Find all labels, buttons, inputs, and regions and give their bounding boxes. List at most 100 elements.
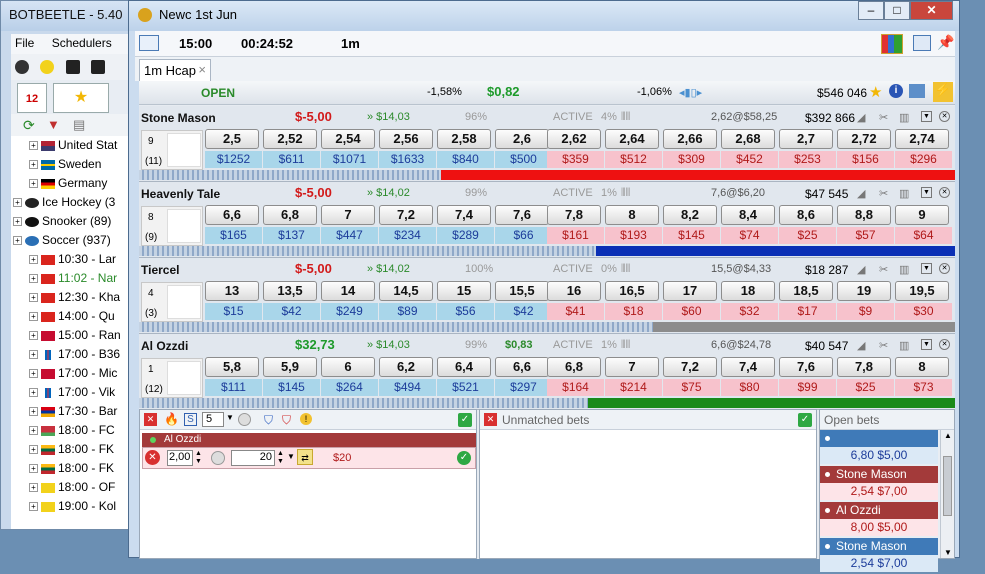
expand-icon[interactable]: + (29, 312, 38, 322)
pin-icon[interactable]: 📌 (937, 34, 954, 51)
open-bet-item[interactable]: Al Ozzdi 8,00 $5,00 (820, 502, 938, 536)
expand-icon[interactable]: + (29, 160, 38, 170)
stake-input[interactable]: 20 (231, 450, 275, 466)
filter-icon[interactable]: ▼ (47, 117, 60, 132)
scroll-thumb[interactable] (943, 456, 952, 516)
tree-item[interactable]: +18:00 - FK (11, 459, 139, 478)
back-odds-button[interactable]: 6,8 (263, 205, 317, 225)
dropdown-icon[interactable]: ▼ (921, 111, 932, 122)
back-odds-button[interactable]: 2,58 (437, 129, 491, 149)
lay-odds-button[interactable]: 19,5 (895, 281, 949, 301)
ladder-icon[interactable]: ▥ (899, 111, 909, 124)
expand-icon[interactable]: + (29, 502, 38, 512)
flame-icon[interactable]: 🔥 (164, 412, 179, 426)
ladder-icon[interactable]: ▥ (899, 263, 909, 276)
refresh-icon[interactable]: ⟳ (23, 117, 35, 134)
back-odds-button[interactable]: 2,56 (379, 129, 433, 149)
graph-icon[interactable]: ◢ (857, 187, 865, 200)
remove-bet-icon[interactable]: ✕ (145, 450, 160, 465)
favourite-star-icon[interactable]: ★ (869, 83, 882, 101)
lay-odds-button[interactable]: 7,8 (547, 205, 601, 225)
back-odds-button[interactable]: 7,6 (495, 205, 549, 225)
open-bet-item[interactable]: 6,80 $5,00 (820, 430, 938, 464)
ladder-icon[interactable]: ▥ (899, 339, 909, 352)
tree-item[interactable]: +12:30 - Kha (11, 288, 139, 307)
close-button[interactable]: ✕ (910, 1, 953, 20)
new-window-icon[interactable] (913, 35, 931, 51)
minimize-button[interactable]: – (858, 1, 884, 20)
open-bet-item[interactable]: Stone Mason 2,54 $7,00 (820, 466, 938, 500)
tennis-ball-icon[interactable] (40, 60, 55, 74)
tree-item[interactable]: + Ice Hockey (3 (11, 193, 139, 212)
lay-odds-button[interactable]: 2,62 (547, 129, 601, 149)
back-odds-button[interactable]: 2,52 (263, 129, 317, 149)
cancel-icon[interactable]: ✕ (939, 111, 950, 122)
tools-icon[interactable]: ✂ (879, 339, 888, 352)
lay-odds-button[interactable]: 16,5 (605, 281, 659, 301)
tree-item[interactable]: +17:30 - Bar (11, 402, 139, 421)
lay-odds-button[interactable]: 18 (721, 281, 775, 301)
tree-item[interactable]: +17:00 - Mic (11, 364, 139, 383)
reset-icon[interactable] (238, 413, 251, 426)
expand-icon[interactable]: + (29, 426, 38, 436)
back-odds-button[interactable]: 7,4 (437, 205, 491, 225)
open-bet-item[interactable]: Stone Mason 2,54 $7,00 (820, 538, 938, 572)
place-bet-check-icon[interactable]: ✓ (457, 451, 471, 465)
back-odds-button[interactable]: 2,54 (321, 129, 375, 149)
cancel-icon[interactable]: ✕ (939, 187, 950, 198)
clear-bets-icon[interactable]: ✕ (144, 413, 157, 426)
back-odds-button[interactable]: 7 (321, 205, 375, 225)
tree-item[interactable]: +18:00 - FK (11, 440, 139, 459)
menu-schedulers[interactable]: Schedulers (52, 36, 112, 50)
expand-icon[interactable]: + (29, 293, 38, 303)
back-odds-button[interactable]: 6,6 (205, 205, 259, 225)
stake-count-dropdown-icon[interactable]: ▼ (226, 413, 234, 422)
cancel-icon[interactable]: ✕ (939, 263, 950, 274)
tree-item[interactable]: +18:00 - FC (11, 421, 139, 440)
stake-dropdown-icon[interactable]: ▼ (287, 452, 295, 461)
lay-odds-button[interactable]: 8 (605, 205, 659, 225)
s-option-icon[interactable]: S (184, 413, 197, 426)
back-odds-button[interactable]: 2,5 (205, 129, 259, 149)
back-odds-button[interactable]: 6,2 (379, 357, 433, 377)
stake-count-input[interactable]: 5 (202, 412, 224, 427)
confirm-check-icon[interactable]: ✓ (458, 413, 472, 427)
lay-odds-button[interactable]: 8 (895, 357, 949, 377)
unmatched-check-icon[interactable]: ✓ (798, 413, 812, 427)
back-odds-button[interactable]: 6,4 (437, 357, 491, 377)
lay-odds-button[interactable]: 2,72 (837, 129, 891, 149)
tree-item[interactable]: + Sweden (11, 155, 139, 174)
add-market-icon[interactable] (139, 35, 159, 51)
tree-item[interactable]: +15:00 - Ran (11, 326, 139, 345)
shield-blue-icon[interactable]: ⛉ (264, 413, 273, 428)
lay-odds-button[interactable]: 7,8 (837, 357, 891, 377)
expand-icon[interactable]: + (29, 331, 38, 341)
expand-icon[interactable]: + (29, 407, 38, 417)
expand-icon[interactable]: + (29, 483, 38, 493)
warning-icon[interactable]: ! (300, 413, 312, 425)
lay-odds-button[interactable]: 7,6 (779, 357, 833, 377)
cancel-icon[interactable]: ✕ (939, 339, 950, 350)
lay-odds-button[interactable]: 7,4 (721, 357, 775, 377)
expand-icon[interactable]: + (13, 217, 22, 227)
lay-odds-button[interactable]: 9 (895, 205, 949, 225)
chart-icon[interactable] (881, 34, 903, 54)
ladder-icon[interactable]: ▥ (899, 187, 909, 200)
dropdown-icon[interactable]: ▼ (921, 263, 932, 274)
expand-icon[interactable]: + (29, 274, 38, 284)
expand-icon[interactable]: + (13, 236, 22, 246)
dropdown-icon[interactable]: ▼ (921, 339, 932, 350)
expand-icon[interactable]: + (13, 198, 22, 208)
lay-odds-button[interactable]: 8,8 (837, 205, 891, 225)
lay-odds-button[interactable]: 2,74 (895, 129, 949, 149)
lay-odds-button[interactable]: 7 (605, 357, 659, 377)
tree-item[interactable]: + United Stat (11, 136, 139, 155)
tree-item[interactable]: + Soccer (937) (11, 231, 139, 250)
graph-icon[interactable]: ◢ (857, 339, 865, 352)
scroll-down-icon[interactable]: ▼ (944, 548, 952, 557)
scroll-up-icon[interactable]: ▲ (944, 431, 952, 440)
back-odds-button[interactable]: 15 (437, 281, 491, 301)
expand-icon[interactable]: + (29, 445, 38, 455)
lay-odds-button[interactable]: 6,8 (547, 357, 601, 377)
horse-racing-icon[interactable] (65, 60, 80, 74)
